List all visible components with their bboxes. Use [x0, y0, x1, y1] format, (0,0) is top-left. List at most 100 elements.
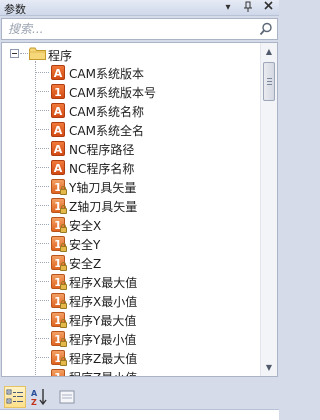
tree-item-label: NC程序路径 — [69, 143, 135, 157]
panel-titlebar: 参数 ▾ — [0, 0, 279, 16]
tree-item[interactable]: 1 程序Y最小值 — [2, 329, 260, 348]
tree-connector — [36, 357, 49, 358]
tree-item-label: 安全Z — [69, 257, 102, 271]
folder-icon — [29, 47, 46, 60]
vertical-scrollbar[interactable]: ▲ ▼ — [260, 43, 277, 376]
tree-connector — [36, 243, 49, 244]
search-box — [1, 18, 278, 40]
tree-connector — [36, 281, 49, 282]
tree-item-label: Z轴刀具矢量 — [69, 200, 138, 214]
tree-connector — [36, 376, 49, 377]
lock-icon — [60, 357, 67, 366]
tree-item-label: 程序Y最小值 — [69, 333, 137, 347]
tree-item[interactable]: 1 安全Y — [2, 234, 260, 253]
tree-connector — [36, 148, 49, 149]
lock-icon — [60, 243, 67, 252]
lock-icon — [60, 281, 67, 290]
sort-az-button[interactable]: A Z — [28, 386, 50, 408]
lock-icon — [60, 300, 67, 309]
tree-item-label: CAM系统名称 — [69, 105, 144, 119]
tree-connector — [36, 338, 49, 339]
locked-number-parameter-icon: 1 — [51, 293, 67, 309]
panel-title: 参数 — [4, 3, 26, 16]
tree-item-label: 安全Y — [69, 238, 101, 252]
tree-item-label: Y轴刀具矢量 — [69, 181, 137, 195]
tree-connector — [36, 110, 49, 111]
tree-connector — [36, 300, 49, 301]
tree-item[interactable]: 1 安全Z — [2, 253, 260, 272]
tree-connector — [36, 167, 49, 168]
tree-item[interactable]: 1 程序Z最大值 — [2, 348, 260, 367]
categorized-view-button[interactable] — [4, 386, 26, 408]
tree-item[interactable]: A CAM系统版本 — [2, 63, 260, 82]
tree-item-label: NC程序名称 — [69, 162, 135, 176]
tree-connector — [36, 72, 49, 73]
close-icon[interactable] — [261, 1, 275, 15]
tree-item[interactable]: A CAM系统全名 — [2, 120, 260, 139]
tree-item[interactable]: 1 程序Y最大值 — [2, 310, 260, 329]
lock-icon — [60, 319, 67, 328]
locked-number-parameter-icon: 1 — [51, 350, 67, 366]
tree-item-label: 程序X最小值 — [69, 295, 138, 309]
tree-item[interactable]: 1 程序Z最小值 — [2, 367, 260, 377]
text-parameter-icon: A — [51, 141, 65, 156]
locked-number-parameter-icon: 1 — [51, 331, 67, 347]
lock-icon — [60, 186, 67, 195]
tree-item-label: 安全X — [69, 219, 102, 233]
tree-connector — [36, 186, 49, 187]
tree-item[interactable]: 1 Y轴刀具矢量 — [2, 177, 260, 196]
number-parameter-icon: 1 — [51, 84, 65, 99]
lock-icon — [60, 224, 67, 233]
scroll-down-icon[interactable]: ▼ — [261, 359, 277, 376]
locked-number-parameter-icon: 1 — [51, 312, 67, 328]
svg-text:Z: Z — [31, 398, 37, 407]
text-parameter-icon: A — [51, 122, 65, 137]
tree-connector — [36, 262, 49, 263]
tree-item[interactable]: A NC程序名称 — [2, 158, 260, 177]
scroll-up-icon[interactable]: ▲ — [261, 43, 277, 60]
status-bar — [0, 409, 279, 420]
pin-icon[interactable] — [241, 1, 255, 15]
sort-az-icon: A Z — [31, 389, 47, 407]
categorized-icon — [6, 389, 23, 404]
text-parameter-icon: A — [51, 65, 65, 80]
tree-item[interactable]: 1 程序X最小值 — [2, 291, 260, 310]
tree-connector — [36, 91, 49, 92]
tree-connector — [36, 129, 49, 130]
tree-item[interactable]: 1 程序X最大值 — [2, 272, 260, 291]
property-pages-button[interactable] — [56, 386, 78, 408]
tree-item-label: 程序Z最大值 — [69, 352, 138, 366]
tree-item[interactable]: A NC程序路径 — [2, 139, 260, 158]
locked-number-parameter-icon: 1 — [51, 198, 67, 214]
tree-item[interactable]: 1 Z轴刀具矢量 — [2, 196, 260, 215]
tree-item[interactable]: 1 CAM系统版本号 — [2, 82, 260, 101]
tree-item[interactable]: 1 安全X — [2, 215, 260, 234]
tree-connector — [36, 205, 49, 206]
lock-icon — [60, 338, 67, 347]
tree-connector — [36, 319, 49, 320]
lock-icon — [60, 262, 67, 271]
grip-line — [267, 84, 272, 85]
search-icon[interactable] — [259, 22, 273, 36]
lock-icon — [60, 205, 67, 214]
locked-number-parameter-icon: 1 — [51, 255, 67, 271]
chevron-down-icon[interactable]: ▾ — [221, 1, 235, 15]
search-input[interactable] — [8, 21, 248, 37]
tree-item-label: 程序Z最小值 — [69, 369, 137, 376]
locked-number-parameter-icon: 1 — [51, 274, 67, 290]
locked-number-parameter-icon: 1 — [51, 369, 65, 376]
tree-node-root[interactable]: 程序 — [2, 45, 260, 63]
tree-content: 程序 A CAM系统版本 1 CAM系统版本号 A CAM系统名称 A CAM系统全名 A NC程… — [2, 45, 260, 377]
tree-connector — [20, 53, 28, 54]
tree-item[interactable]: A CAM系统名称 — [2, 101, 260, 120]
grip-line — [267, 78, 272, 79]
tree-item-label: CAM系统全名 — [69, 124, 144, 138]
tree-item-label: 程序X最大值 — [69, 276, 138, 290]
locked-number-parameter-icon: 1 — [51, 236, 67, 252]
collapse-icon[interactable] — [10, 49, 19, 58]
property-pages-icon — [59, 390, 75, 404]
svg-text:A: A — [31, 389, 38, 398]
tree-connector — [36, 224, 49, 225]
scroll-thumb[interactable] — [263, 62, 275, 101]
locked-number-parameter-icon: 1 — [51, 217, 67, 233]
